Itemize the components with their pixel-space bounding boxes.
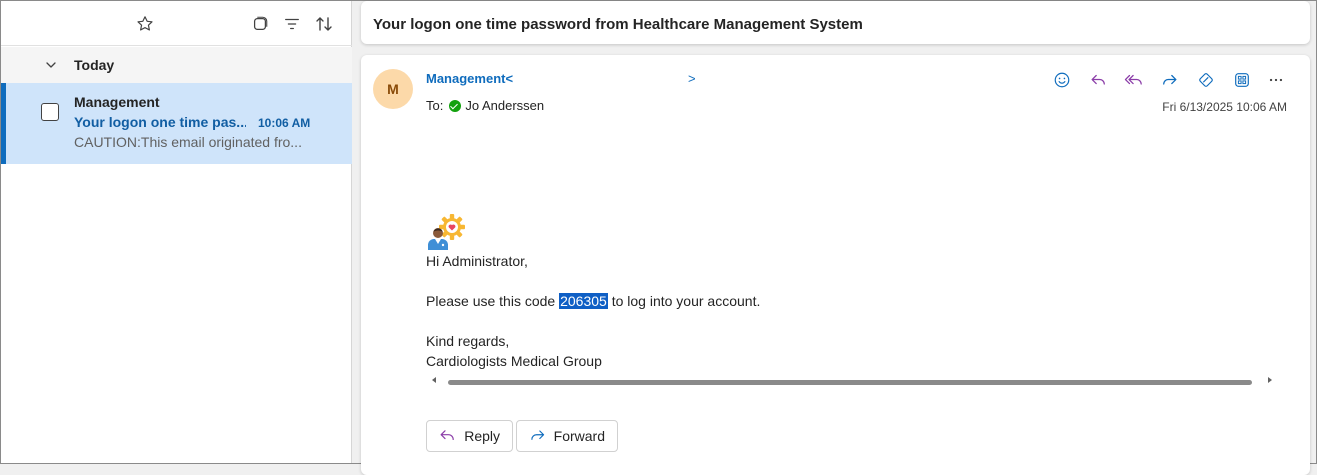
scroll-left-icon[interactable] xyxy=(432,377,436,383)
forward-icon[interactable] xyxy=(1157,67,1183,93)
message-time: 10:06 AM xyxy=(258,116,311,130)
sort-icon[interactable] xyxy=(313,13,335,35)
message-list-pane: Today Management Your logon one time pas… xyxy=(1,1,352,463)
sender-address-end[interactable]: > xyxy=(688,71,696,86)
closing: Kind regards, xyxy=(426,333,510,349)
group-header-today[interactable]: Today xyxy=(1,47,352,83)
horizontal-scrollbar[interactable] xyxy=(426,374,1274,390)
message-preview: CAUTION:This email originated fro... xyxy=(74,134,302,150)
code-line: Please use this code 206305 to log into … xyxy=(426,293,760,309)
list-item[interactable]: Management Your logon one time pas... 10… xyxy=(1,83,352,164)
reading-pane: M Management< > To: Jo Anderssen Fri 6/1… xyxy=(361,55,1310,475)
recipient-name[interactable]: Jo Anderssen xyxy=(465,98,544,113)
group-label: Today xyxy=(74,57,115,73)
code-line-prefix: Please use this code xyxy=(426,293,560,309)
reply-icon[interactable] xyxy=(1085,67,1111,93)
one-time-code[interactable]: 206305 xyxy=(559,293,608,309)
signature: Cardiologists Medical Group xyxy=(426,353,602,369)
reply-icon xyxy=(440,430,454,441)
reply-button[interactable]: Reply xyxy=(426,420,513,452)
sticker-icon[interactable] xyxy=(1193,67,1219,93)
to-label: To: xyxy=(426,98,444,113)
star-icon[interactable] xyxy=(134,13,156,35)
scroll-right-icon[interactable] xyxy=(1268,377,1272,383)
list-toolbar xyxy=(1,1,352,46)
avatar[interactable]: M xyxy=(373,69,413,109)
more-icon[interactable] xyxy=(1263,67,1289,93)
doctor-gear-icon xyxy=(428,214,465,250)
sender-name[interactable]: Management< xyxy=(426,71,513,86)
forward-label: Forward xyxy=(553,428,605,444)
reply-label: Reply xyxy=(464,428,500,444)
recipient-line: To: Jo Anderssen xyxy=(426,98,544,113)
emoji-icon[interactable] xyxy=(1049,67,1075,93)
message-subject: Your logon one time pas... xyxy=(74,114,246,130)
chevron-down-icon[interactable] xyxy=(41,55,61,75)
email-date: Fri 6/13/2025 10:06 AM xyxy=(1162,100,1287,114)
apps-icon[interactable] xyxy=(1229,67,1255,93)
forward-button[interactable]: Forward xyxy=(516,420,618,452)
scrollbar-thumb[interactable] xyxy=(448,380,1252,385)
message-actions xyxy=(1049,67,1289,93)
filter-icon[interactable] xyxy=(281,13,303,35)
greeting: Hi Administrator, xyxy=(426,253,528,269)
code-line-suffix: to log into your account. xyxy=(607,293,761,309)
forward-icon xyxy=(531,430,545,440)
message-checkbox[interactable] xyxy=(41,103,59,121)
select-icon[interactable] xyxy=(249,13,271,35)
message-sender: Management xyxy=(74,94,160,110)
subject-header: Your logon one time password from Health… xyxy=(361,1,1310,44)
presence-available-icon xyxy=(449,99,462,112)
reply-all-icon[interactable] xyxy=(1121,67,1147,93)
email-subject: Your logon one time password from Health… xyxy=(373,16,863,33)
selection-indicator xyxy=(1,83,6,164)
